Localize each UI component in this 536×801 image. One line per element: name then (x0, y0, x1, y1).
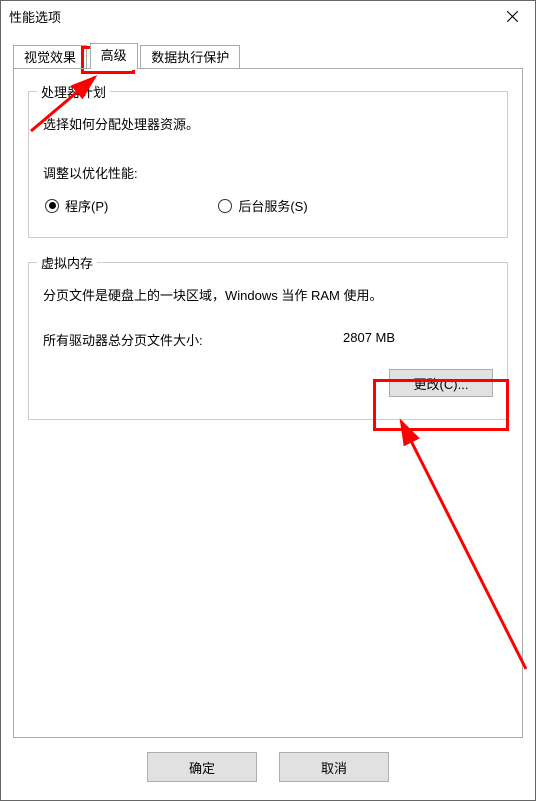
performance-options-window: 性能选项 视觉效果 高级 数据执行保护 处理器计划 选择如何分配处理器资源。 调… (0, 0, 536, 801)
vm-total-row: 所有驱动器总分页文件大小: 2807 MB (43, 330, 493, 349)
radio-background-label: 后台服务(S) (238, 196, 307, 215)
tab-visual-effects[interactable]: 视觉效果 (13, 45, 87, 69)
radio-icon (218, 199, 232, 213)
window-title: 性能选项 (9, 7, 61, 26)
close-button[interactable] (490, 1, 535, 31)
tab-dep[interactable]: 数据执行保护 (140, 45, 240, 69)
radio-programs[interactable]: 程序(P) (45, 196, 108, 215)
adjust-label: 调整以优化性能: (43, 163, 493, 182)
tab-advanced[interactable]: 高级 (90, 43, 138, 69)
ok-button[interactable]: 确定 (147, 752, 257, 782)
cancel-button[interactable]: 取消 (279, 752, 389, 782)
radio-row: 程序(P) 后台服务(S) (45, 196, 493, 215)
client-area: 视觉效果 高级 数据执行保护 处理器计划 选择如何分配处理器资源。 调整以优化性… (1, 31, 535, 800)
dialog-buttons: 确定 取消 (13, 746, 523, 788)
group-legend-processor: 处理器计划 (37, 82, 110, 101)
radio-programs-label: 程序(P) (65, 196, 108, 215)
group-processor-scheduling: 处理器计划 选择如何分配处理器资源。 调整以优化性能: 程序(P) 后台服务(S… (28, 91, 508, 238)
change-button[interactable]: 更改(C)... (389, 369, 493, 397)
vm-change-wrap: 更改(C)... (43, 369, 493, 397)
close-icon (507, 11, 518, 22)
radio-icon (45, 199, 59, 213)
vm-total-value: 2807 MB (343, 330, 395, 349)
titlebar: 性能选项 (1, 1, 535, 31)
vm-total-label: 所有驱动器总分页文件大小: (43, 330, 343, 349)
vm-desc: 分页文件是硬盘上的一块区域，Windows 当作 RAM 使用。 (43, 285, 493, 304)
group-legend-vm: 虚拟内存 (37, 253, 97, 272)
tab-strip: 视觉效果 高级 数据执行保护 (13, 43, 523, 69)
radio-background-services[interactable]: 后台服务(S) (218, 196, 307, 215)
group-virtual-memory: 虚拟内存 分页文件是硬盘上的一块区域，Windows 当作 RAM 使用。 所有… (28, 262, 508, 420)
tab-page-advanced: 处理器计划 选择如何分配处理器资源。 调整以优化性能: 程序(P) 后台服务(S… (13, 69, 523, 738)
processor-desc: 选择如何分配处理器资源。 (43, 114, 493, 133)
